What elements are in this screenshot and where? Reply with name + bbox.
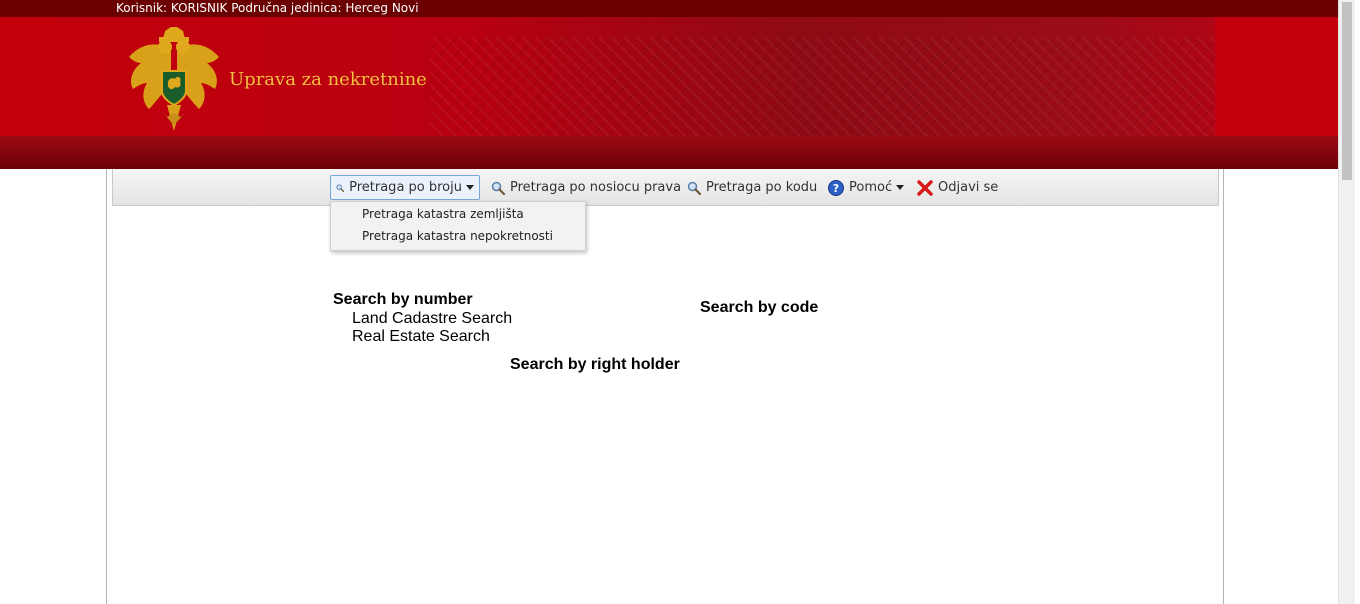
scrollbar-thumb[interactable] <box>1342 2 1352 180</box>
header-banner: Uprava za nekretnine <box>0 17 1338 169</box>
magnifier-icon <box>336 183 345 192</box>
svg-text:?: ? <box>833 182 839 195</box>
menu-logout-label: Odjavi se <box>938 180 999 195</box>
dropdown-item-land-cadastre[interactable]: Pretraga katastra zemljišta <box>362 207 524 221</box>
menu-logout[interactable]: Odjavi se <box>917 175 998 200</box>
menu-help[interactable]: ? Pomoć <box>828 175 905 200</box>
close-icon <box>917 179 933 196</box>
caret-down-icon <box>466 185 474 190</box>
land-cadastre-search-link[interactable]: Land Cadastre Search <box>352 310 512 328</box>
page-scrollbar[interactable] <box>1338 0 1355 604</box>
menu-search-by-holder[interactable]: Pretraga po nosiocu prava <box>491 175 681 200</box>
dropdown-item-real-estate-cadastre[interactable]: Pretraga katastra nepokretnosti <box>362 229 553 243</box>
real-estate-search-link[interactable]: Real Estate Search <box>352 328 490 346</box>
montenegro-coat-of-arms-icon <box>129 27 219 131</box>
menu-search-by-number[interactable]: Pretraga po broju <box>330 175 480 200</box>
search-by-number-dropdown: Pretraga katastra zemljišta Pretraga kat… <box>330 201 586 251</box>
banner-right-panel <box>1215 17 1338 137</box>
magnifier-icon <box>491 181 505 195</box>
help-icon: ? <box>828 179 844 196</box>
brand-title: Uprava za nekretnine <box>229 69 427 90</box>
user-info-text: Korisnik: KORISNIK Područna jedinica: He… <box>116 1 419 15</box>
search-by-code-heading[interactable]: Search by code <box>700 299 818 317</box>
menu-search-by-code[interactable]: Pretraga po kodu <box>687 175 817 200</box>
menu-search-by-number-label: Pretraga po broju <box>349 180 462 195</box>
menu-search-by-code-label: Pretraga po kodu <box>706 180 818 195</box>
menu-search-by-holder-label: Pretraga po nosiocu prava <box>510 180 682 195</box>
user-info-bar: Korisnik: KORISNIK Područna jedinica: He… <box>0 0 1338 17</box>
banner-pattern <box>430 37 1215 137</box>
main-container <box>106 169 1224 604</box>
magnifier-icon <box>687 181 701 195</box>
banner-bottom-band <box>0 136 1338 169</box>
search-by-number-heading: Search by number <box>333 291 473 308</box>
search-by-right-holder-heading[interactable]: Search by right holder <box>510 356 680 374</box>
caret-down-icon <box>896 185 905 190</box>
menu-help-label: Pomoć <box>849 180 893 195</box>
